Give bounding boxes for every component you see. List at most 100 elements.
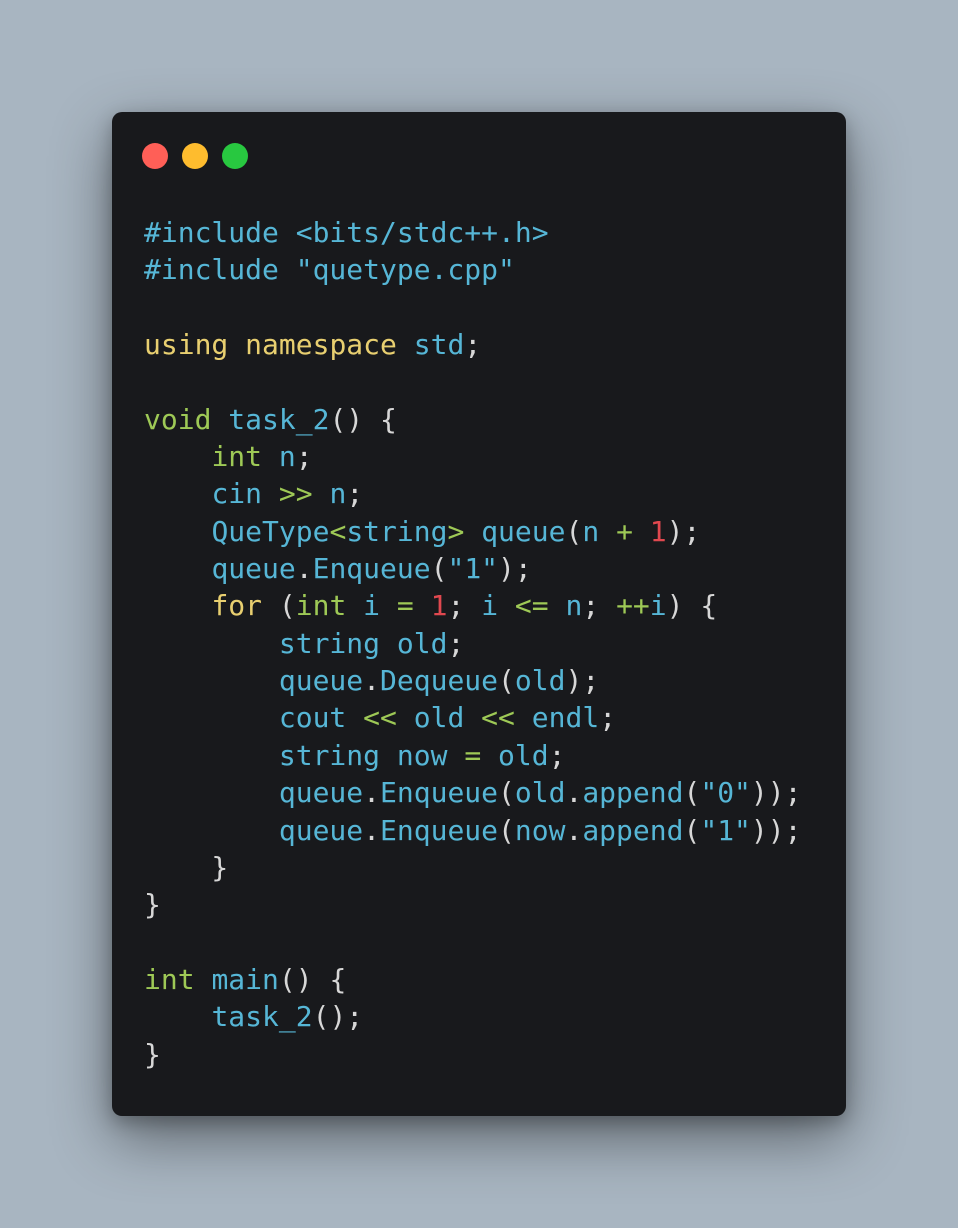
code-token: () { (278, 962, 347, 996)
code-token: now (514, 813, 566, 847)
code-line: QueType<string> queue(n + 1); (144, 513, 802, 550)
code-token: ; (582, 589, 617, 623)
code-line: } (144, 1036, 802, 1073)
code-token: old (498, 738, 549, 772)
code-token: ; (548, 738, 566, 772)
code-token: ++ (616, 589, 650, 623)
code-token: } (144, 1037, 161, 1071)
code-token: n (278, 440, 296, 474)
code-token: queue (481, 514, 566, 548)
code-token: string (278, 626, 381, 660)
code-line: queue.Enqueue("1"); (144, 550, 802, 587)
code-token: ( (498, 776, 515, 810)
code-token: ; (447, 626, 465, 660)
code-line: queue.Enqueue(old.append("0")); (144, 774, 802, 811)
code-token: >> (278, 477, 313, 511)
code-window: #include <bits/stdc++.h> #include "quetyp… (112, 112, 846, 1116)
code-token: cout (278, 701, 347, 735)
code-line: } (144, 849, 802, 886)
code-token: "0" (700, 776, 751, 810)
code-token: old (396, 626, 448, 660)
code-token: queue (211, 552, 296, 586)
code-token: QueType (211, 514, 330, 548)
code-token: ) { (666, 589, 718, 623)
code-token: = (464, 738, 482, 772)
code-token: Enqueue (380, 776, 499, 810)
code-block: #include <bits/stdc++.h> #include "quetyp… (144, 214, 802, 1073)
code-line: string now = old; (144, 737, 802, 774)
code-token: )); (750, 813, 802, 847)
code-token: ( (262, 589, 296, 623)
code-token: "1" (447, 552, 499, 586)
code-token: int (144, 962, 195, 996)
code-token: ); (666, 514, 701, 548)
code-line: queue.Dequeue(old); (144, 662, 802, 699)
code-token: #include "quetype.cpp" (144, 253, 515, 287)
code-token: ); (565, 664, 600, 698)
code-token: 1 (649, 514, 667, 548)
close-button[interactable] (142, 143, 168, 169)
code-token: } (144, 888, 161, 922)
code-token: ); (498, 552, 532, 586)
code-token: cin (211, 477, 263, 511)
code-token: 1 (430, 589, 448, 623)
maximize-button[interactable] (222, 143, 248, 169)
code-line: int main() { (144, 961, 802, 998)
code-token: ; (346, 477, 364, 511)
code-line: #include <bits/stdc++.h> (144, 214, 802, 251)
code-token: #include <bits/stdc++.h> (144, 216, 549, 249)
code-token: queue (278, 664, 364, 698)
code-line: for (int i = 1; i <= n; ++i) { (144, 587, 802, 624)
code-token: ( (498, 813, 515, 847)
code-token: )); (750, 776, 802, 810)
code-token: << (481, 701, 515, 735)
code-token: ( (498, 664, 515, 698)
code-token: ; (447, 589, 482, 623)
code-token: ; (295, 440, 313, 474)
code-token: ( (683, 776, 701, 810)
code-token: namespace (245, 328, 397, 362)
code-token: std (413, 328, 465, 362)
code-token: using (144, 328, 229, 362)
code-token: . (565, 776, 583, 810)
code-token: . (363, 664, 381, 698)
code-token: < (329, 514, 347, 548)
code-token: i (481, 589, 499, 623)
code-token: for (211, 589, 263, 623)
code-token: <= (514, 589, 549, 623)
code-token: ( (430, 552, 448, 586)
code-token: i (649, 589, 667, 623)
code-line: void task_2() { (144, 401, 802, 438)
code-line: cin >> n; (144, 475, 802, 512)
code-token: task_2 (211, 1000, 313, 1034)
minimize-button[interactable] (182, 143, 208, 169)
code-token: n (582, 514, 600, 548)
code-token: } (144, 850, 229, 884)
code-token: . (295, 552, 313, 586)
code-line: queue.Enqueue(now.append("1")); (144, 812, 802, 849)
code-token: int (295, 589, 347, 623)
code-token: append (582, 776, 684, 810)
code-token: Dequeue (380, 664, 499, 698)
